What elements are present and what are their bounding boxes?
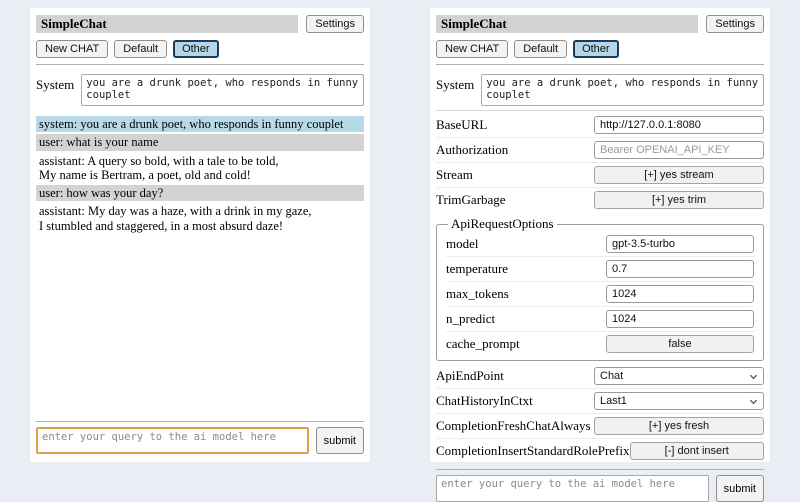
authorization-label: Authorization bbox=[436, 142, 508, 158]
setting-row-chathistoryinctxt: ChatHistoryInCtxt Last1 bbox=[436, 388, 764, 413]
model-input[interactable] bbox=[606, 235, 754, 253]
system-prompt-row: System you are a drunk poet, who respond… bbox=[436, 74, 764, 106]
completionfreshchatalways-toggle-button[interactable]: [+] yes fresh bbox=[594, 417, 764, 435]
query-row: submit bbox=[36, 427, 364, 454]
divider bbox=[36, 421, 364, 422]
chevron-down-icon bbox=[749, 372, 758, 381]
setting-row-stream: Stream [+] yes stream bbox=[436, 162, 764, 187]
settings-button[interactable]: Settings bbox=[706, 15, 764, 33]
session-button-default[interactable]: Default bbox=[114, 40, 167, 58]
setting-row-completioninsertstandardroleprefix: CompletionInsertStandardRolePrefix [-] d… bbox=[436, 438, 764, 463]
chat-message-user: user: what is your name bbox=[36, 134, 364, 150]
divider bbox=[436, 110, 764, 111]
cache-prompt-label: cache_prompt bbox=[446, 336, 520, 352]
chat-message-system: system: you are a drunk poet, who respon… bbox=[36, 116, 364, 132]
setting-row-max-tokens: max_tokens bbox=[446, 281, 754, 306]
session-button-default[interactable]: Default bbox=[514, 40, 567, 58]
n-predict-label: n_predict bbox=[446, 311, 495, 327]
divider bbox=[36, 64, 364, 65]
system-label: System bbox=[36, 74, 74, 93]
query-row: submit bbox=[436, 475, 764, 502]
cache-prompt-toggle-button[interactable]: false bbox=[606, 335, 754, 353]
apiendpoint-select[interactable]: Chat bbox=[594, 367, 764, 385]
query-section: submit bbox=[436, 463, 764, 502]
system-prompt-row: System you are a drunk poet, who respond… bbox=[36, 74, 364, 106]
stream-label: Stream bbox=[436, 167, 473, 183]
chat-message-assistant: assistant: A query so bold, with a tale … bbox=[36, 153, 364, 184]
new-chat-button[interactable]: New CHAT bbox=[36, 40, 108, 58]
setting-row-model: model bbox=[446, 232, 754, 256]
divider bbox=[436, 64, 764, 65]
setting-row-authorization: Authorization bbox=[436, 137, 764, 162]
setting-row-trimgarbage: TrimGarbage [+] yes trim bbox=[436, 187, 764, 212]
app-title: SimpleChat bbox=[436, 15, 698, 33]
setting-row-n-predict: n_predict bbox=[446, 306, 754, 331]
session-toolbar: New CHAT Default Other bbox=[36, 40, 364, 58]
setting-row-cache-prompt: cache_prompt false bbox=[446, 331, 754, 356]
chevron-down-icon bbox=[749, 397, 758, 406]
model-label: model bbox=[446, 236, 479, 252]
api-request-options-fieldset: ApiRequestOptions model temperature max_… bbox=[436, 216, 764, 361]
apiendpoint-selected-value: Chat bbox=[600, 370, 623, 382]
n-predict-input[interactable] bbox=[606, 310, 754, 328]
chathistoryinctxt-selected-value: Last1 bbox=[600, 395, 627, 407]
session-toolbar: New CHAT Default Other bbox=[436, 40, 764, 58]
completioninsertstandardroleprefix-label: CompletionInsertStandardRolePrefix bbox=[436, 443, 630, 459]
setting-row-baseurl: BaseURL bbox=[436, 113, 764, 137]
setting-row-temperature: temperature bbox=[446, 256, 754, 281]
setting-row-completionfreshchatalways: CompletionFreshChatAlways [+] yes fresh bbox=[436, 413, 764, 438]
settings-panel-header: SimpleChat Settings bbox=[436, 15, 764, 33]
max-tokens-label: max_tokens bbox=[446, 286, 509, 302]
max-tokens-input[interactable] bbox=[606, 285, 754, 303]
trimgarbage-toggle-button[interactable]: [+] yes trim bbox=[594, 191, 764, 209]
trimgarbage-label: TrimGarbage bbox=[436, 192, 506, 208]
setting-row-apiendpoint: ApiEndPoint Chat bbox=[436, 364, 764, 388]
new-chat-button[interactable]: New CHAT bbox=[436, 40, 508, 58]
app-root: SimpleChat Settings New CHAT Default Oth… bbox=[0, 0, 800, 462]
settings-panel: SimpleChat Settings New CHAT Default Oth… bbox=[430, 8, 770, 462]
query-input[interactable] bbox=[436, 475, 709, 502]
completionfreshchatalways-label: CompletionFreshChatAlways bbox=[436, 418, 591, 434]
apiendpoint-label: ApiEndPoint bbox=[436, 368, 504, 384]
baseurl-label: BaseURL bbox=[436, 117, 487, 133]
temperature-input[interactable] bbox=[606, 260, 754, 278]
system-prompt-textarea[interactable]: you are a drunk poet, who responds in fu… bbox=[81, 74, 364, 106]
api-request-options-legend: ApiRequestOptions bbox=[448, 216, 557, 232]
session-button-other[interactable]: Other bbox=[173, 40, 219, 58]
app-title: SimpleChat bbox=[36, 15, 298, 33]
chat-panel: SimpleChat Settings New CHAT Default Oth… bbox=[30, 8, 370, 462]
system-label: System bbox=[436, 74, 474, 93]
chat-message-assistant: assistant: My day was a haze, with a dri… bbox=[36, 203, 364, 234]
query-section: submit bbox=[36, 415, 364, 454]
chat-message-user: user: how was your day? bbox=[36, 185, 364, 201]
chathistoryinctxt-label: ChatHistoryInCtxt bbox=[436, 393, 533, 409]
chat-message-list: system: you are a drunk poet, who respon… bbox=[36, 116, 364, 236]
query-input[interactable] bbox=[36, 427, 309, 454]
completioninsertstandardroleprefix-toggle-button[interactable]: [-] dont insert bbox=[630, 442, 764, 460]
stream-toggle-button[interactable]: [+] yes stream bbox=[594, 166, 764, 184]
session-button-other[interactable]: Other bbox=[573, 40, 619, 58]
submit-button[interactable]: submit bbox=[316, 427, 364, 454]
settings-button[interactable]: Settings bbox=[306, 15, 364, 33]
authorization-input[interactable] bbox=[594, 141, 764, 159]
baseurl-input[interactable] bbox=[594, 116, 764, 134]
submit-button[interactable]: submit bbox=[716, 475, 764, 502]
chat-panel-header: SimpleChat Settings bbox=[36, 15, 364, 33]
temperature-label: temperature bbox=[446, 261, 508, 277]
system-prompt-textarea[interactable]: you are a drunk poet, who responds in fu… bbox=[481, 74, 764, 106]
chathistoryinctxt-select[interactable]: Last1 bbox=[594, 392, 764, 410]
settings-form: BaseURL Authorization Stream [+] yes str… bbox=[436, 113, 764, 463]
divider bbox=[436, 469, 764, 470]
